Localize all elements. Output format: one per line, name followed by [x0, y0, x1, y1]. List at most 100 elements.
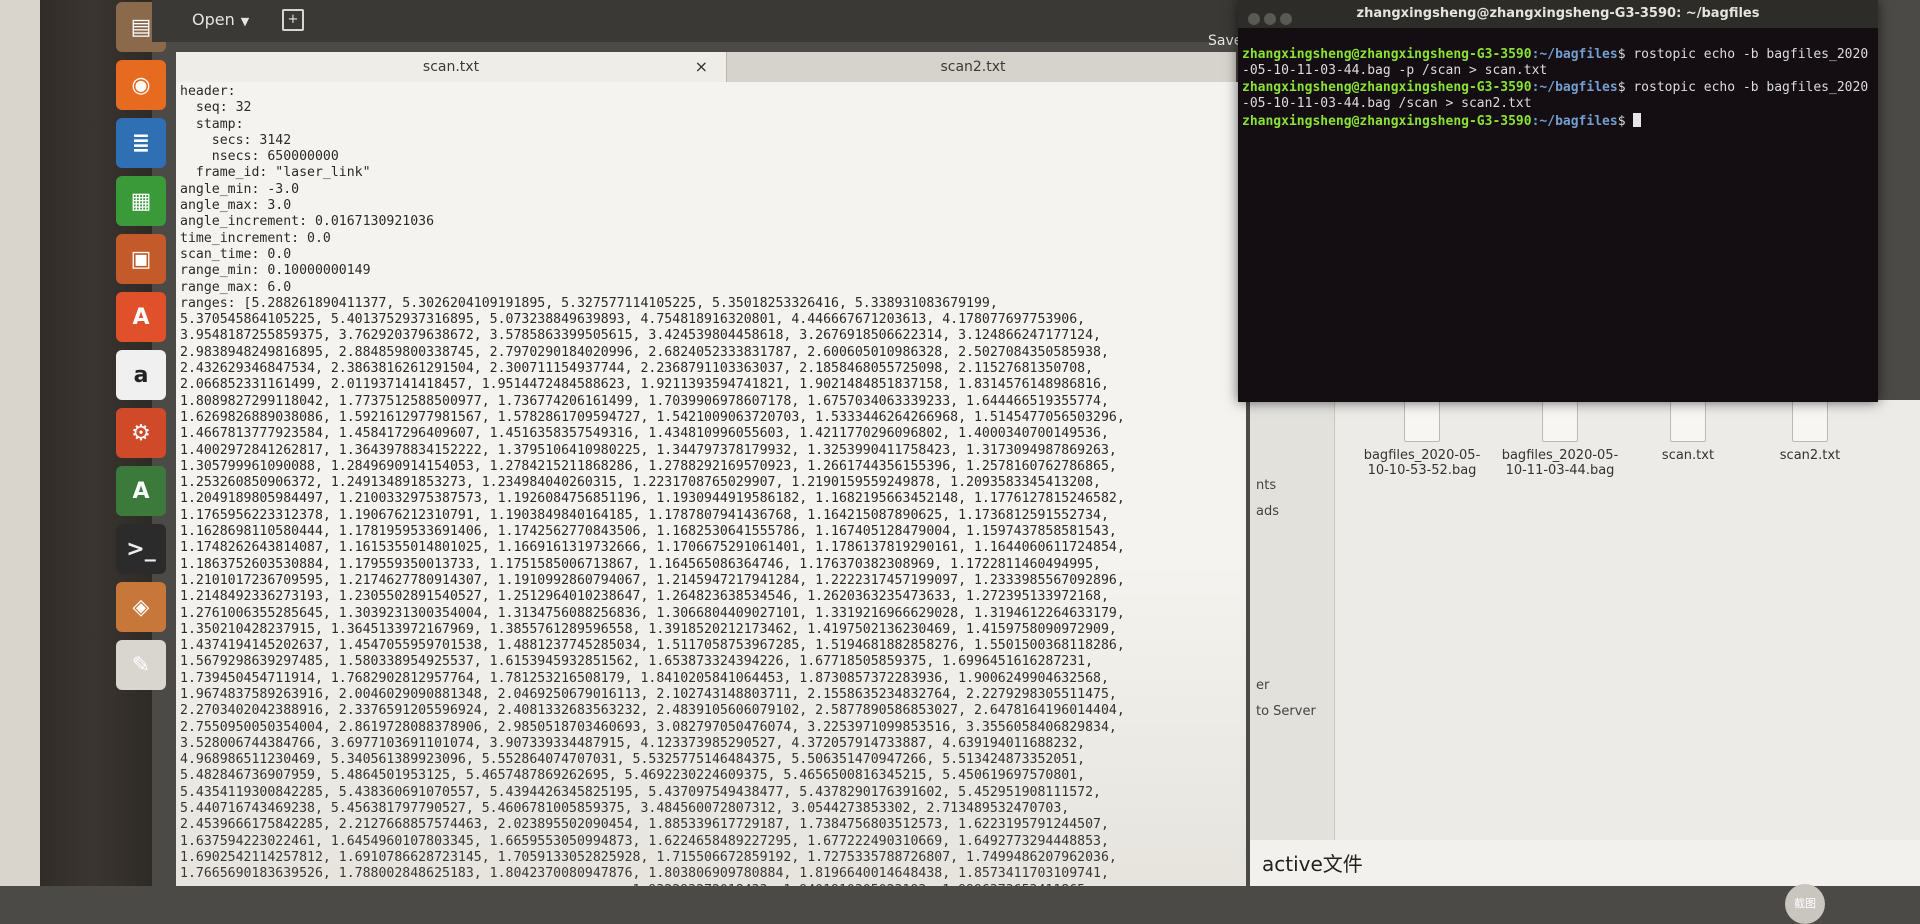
sidebar-item[interactable]: nts: [1256, 478, 1276, 493]
tab-bar: scan.txt × scan2.txt: [176, 52, 1236, 82]
calc-icon[interactable]: ▦: [116, 176, 166, 226]
prompt-symbol: $: [1617, 79, 1626, 95]
text-line: 1.637594223022461, 1.6454960107803345, 1…: [180, 833, 1109, 849]
file-item[interactable]: bagfiles_2020-05-10-11-03-44.bag: [1500, 400, 1620, 478]
command-text: rostopic echo -b bagfiles_2020: [1625, 46, 1869, 62]
text-editor-area[interactable]: header: seq: 32 stamp: secs: 3142 nsecs:…: [176, 82, 1246, 886]
text-line: 5.370545864105225, 5.4013752937316895, 5…: [180, 312, 1086, 328]
file-item[interactable]: scan.txt: [1628, 400, 1748, 463]
file-icon: [1670, 400, 1706, 442]
text-line: frame_id: "laser_link": [195, 165, 371, 181]
file-icon: [1542, 400, 1578, 442]
close-icon[interactable]: ×: [695, 52, 708, 82]
text-editor-icon[interactable]: ✎: [116, 640, 166, 690]
text-line: 2.432629346847534, 2.3863816261291504, 2…: [180, 361, 1094, 377]
screenshot-button[interactable]: 截图: [1785, 884, 1825, 924]
text-line: 1.1628698110580444, 1.1781959533691406, …: [180, 524, 1117, 540]
prompt-path: :~/bagfiles: [1531, 79, 1618, 95]
text-line: seq: 32: [195, 100, 252, 116]
terminal-cursor: [1633, 112, 1642, 127]
text-line: angle_max: 3.0: [180, 198, 292, 214]
text-line: 1.4667813777923584, 1.458417296409607, 1…: [180, 426, 1109, 442]
gedit-headerbar: Open ▼ + Save: [152, 0, 1242, 49]
text-line: 1.1748262643814087, 1.1615355014801025, …: [180, 540, 1125, 556]
text-line: 5.440716743469238, 5.456381797790527, 5.…: [180, 801, 1070, 817]
text-line: 1.4374194145202637, 1.4547055959701538, …: [180, 638, 1125, 654]
text-line: nsecs: 650000000: [211, 149, 339, 165]
prompt-symbol: $: [1617, 113, 1626, 129]
text-line: 1.9674837589263916, 2.0046029090881348, …: [180, 686, 1117, 702]
text-line: 2.7550950050354004, 2.8619728088378906, …: [180, 719, 1117, 735]
document-text[interactable]: header: seq: 32 stamp: secs: 3142 nsecs:…: [176, 82, 1246, 886]
terminal-icon[interactable]: >_: [116, 524, 166, 574]
tab-label: scan2.txt: [940, 59, 1006, 75]
firefox-icon[interactable]: ◉: [116, 60, 166, 110]
text-line: 2.2703402042388916, 2.3376591205596924, …: [180, 703, 1125, 719]
text-line: 5.482846736907959, 5.4864501953125, 5.46…: [180, 768, 1086, 784]
impress-icon[interactable]: ▣: [116, 234, 166, 284]
new-document-icon[interactable]: +: [282, 9, 304, 31]
updater-icon[interactable]: A: [116, 466, 166, 516]
prompt-user: zhangxingsheng@zhangxingsheng-G3-3590: [1242, 79, 1532, 95]
text-line: 1.6269826889038086, 1.5921612977981567, …: [180, 409, 1125, 425]
terminal-output[interactable]: zhangxingsheng@zhangxingsheng-G3-3590:~/…: [1242, 30, 1868, 130]
text-line: 4.968986511230469, 5.340561389923096, 5.…: [180, 752, 1086, 768]
prompt-user: zhangxingsheng@zhangxingsheng-G3-3590: [1242, 113, 1532, 129]
text-line: header:: [180, 84, 236, 99]
file-manager-window: nts ads er to Server bagfiles_2020-05-10…: [1250, 400, 1920, 924]
text-line: ranges: [5.288261890411377, 5.3026204109…: [180, 295, 998, 311]
text-line: 1.4002972841262817, 1.3643978834152222, …: [180, 442, 1117, 458]
text-line: 1.253260850906372, 1.249134891853273, 1.…: [180, 475, 1101, 491]
file-item[interactable]: scan2.txt: [1750, 400, 1870, 463]
command-text: -05-10-11-03-44.bag -p /scan > scan.txt: [1242, 63, 1548, 78]
terminal-title-text: zhangxingsheng@zhangxingsheng-G3-3590: ~…: [1356, 6, 1760, 21]
prompt-path: :~/bagfiles: [1531, 113, 1618, 129]
minimize-icon[interactable]: [1264, 13, 1276, 25]
writer-icon[interactable]: ≣: [116, 118, 166, 168]
amazon-icon[interactable]: a: [116, 350, 166, 400]
maximize-icon[interactable]: [1280, 13, 1292, 25]
launcher: ▤ ◉ ≣ ▦ ▣ Aa ⚙ A >_ ◈ ✎: [0, 0, 166, 886]
software-center-icon[interactable]: A: [116, 292, 166, 342]
text-line: angle_increment: 0.0167130921036: [180, 214, 435, 230]
terminal-title: zhangxingsheng@zhangxingsheng-G3-3590: ~…: [1238, 0, 1878, 28]
text-line: 1.8089827299118042, 1.7737512588500977, …: [180, 393, 1109, 409]
text-line: 5.4354119300842285, 5.438360691070557, 5…: [180, 784, 1101, 800]
sidebar-item[interactable]: er: [1256, 678, 1269, 693]
open-label: Open: [192, 10, 235, 29]
text-line: 1.1863752603530884, 1.179559350013733, 1…: [180, 556, 1101, 572]
footer-text: active文件: [1262, 852, 1363, 876]
text-line: range_min: 0.10000000149: [180, 263, 371, 279]
file-name: scan.txt: [1661, 448, 1715, 463]
text-line: 1.2049189805984497, 1.2100332975387573, …: [180, 491, 1125, 507]
package-icon[interactable]: ◈: [116, 582, 166, 632]
text-line: scan_time: 0.0: [180, 246, 292, 262]
close-icon[interactable]: [1248, 13, 1260, 25]
text-line: 2.9838948249816895, 2.884859800338745, 2…: [180, 344, 1109, 360]
file-item[interactable]: bagfiles_2020-05-10-10-53-52.bag: [1362, 400, 1482, 478]
tab-scan2-txt[interactable]: scan2.txt: [728, 52, 1218, 82]
text-line: 3.9548187255859375, 3.762920379638672, 3…: [180, 328, 1101, 344]
text-line: 1.2101017236709595, 1.2174627780914307, …: [180, 572, 1125, 588]
text-line: 1.2148492336273193, 1.2305502891540527, …: [180, 589, 1109, 605]
open-button[interactable]: Open ▼: [192, 10, 249, 29]
file-name: bagfiles_2020-05-10-11-03-44.bag: [1501, 448, 1619, 478]
connect-to-server-item[interactable]: to Server: [1256, 704, 1316, 719]
prompt-path: :~/bagfiles: [1531, 46, 1618, 62]
sidebar-item[interactable]: ads: [1256, 504, 1279, 519]
text-line: 2.4539666175842285, 2.2127668857574463, …: [180, 817, 1109, 833]
terminal-window[interactable]: zhangxingsheng@zhangxingsheng-G3-3590: ~…: [1238, 0, 1878, 402]
text-line: 1.350210428237915, 1.3645133972167969, 1…: [180, 621, 1117, 637]
text-line: range_max: 6.0: [180, 279, 292, 295]
file-name: scan2.txt: [1779, 448, 1841, 463]
tab-label: scan.txt: [422, 59, 480, 75]
text-line: 1.2761006355285645, 1.3039231300354004, …: [180, 605, 1125, 621]
text-line: angle_min: -3.0: [180, 181, 300, 197]
prompt-user: zhangxingsheng@zhangxingsheng-G3-3590: [1242, 46, 1532, 62]
file-icon: [1792, 400, 1828, 442]
tab-scan-txt[interactable]: scan.txt ×: [176, 52, 727, 82]
file-icon: [1404, 400, 1440, 442]
settings-icon[interactable]: ⚙: [116, 408, 166, 458]
text-line: 1.6902542114257812, 1.6910786628723145, …: [180, 849, 1117, 865]
command-text: -05-10-11-03-44.bag /scan > scan2.txt: [1242, 96, 1532, 111]
